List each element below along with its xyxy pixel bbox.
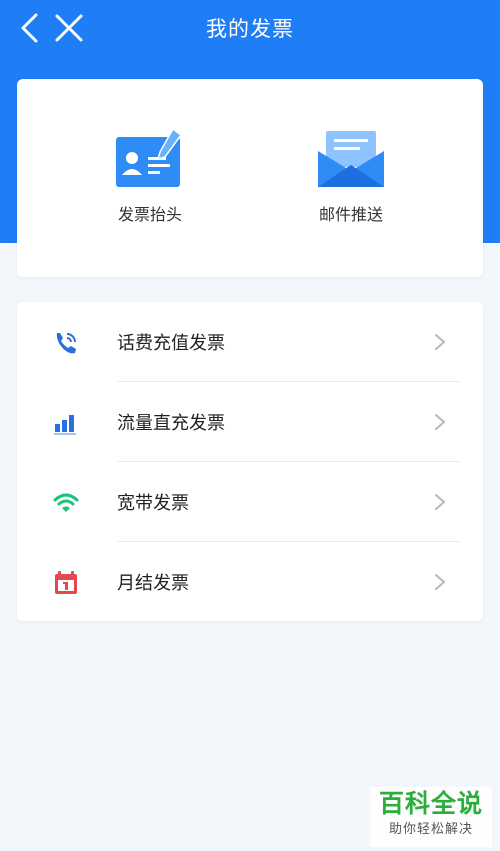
chevron-right-icon [435, 334, 445, 350]
invoice-title-label: 发票抬头 [117, 205, 182, 224]
list-item-phone-recharge-invoice[interactable]: 话费充值发票 [17, 302, 483, 382]
data-recharge-invoice-label: 流量直充发票 [117, 413, 225, 434]
invoice-type-list: 话费充值发票 流量直充发票 宽带发票 月结发票 [17, 302, 483, 621]
chevron-right-icon [435, 574, 445, 590]
page-title: 我的发票 [206, 17, 294, 41]
id-card-pen-icon [116, 129, 183, 187]
top-bar: 我的发票 [0, 0, 500, 56]
quick-actions-card: 发票抬头 邮件推送 [17, 79, 483, 277]
email-push-label: 邮件推送 [318, 205, 383, 224]
wifi-icon [53, 493, 79, 512]
chevron-right-icon [435, 494, 445, 510]
watermark: 百科全说 助你轻松解决 [370, 787, 492, 847]
signal-bars-icon [54, 415, 76, 435]
broadband-invoice-label: 宽带发票 [117, 493, 189, 514]
chevron-right-icon [435, 414, 445, 430]
list-item-broadband-invoice[interactable]: 宽带发票 [17, 462, 483, 542]
list-item-monthly-invoice[interactable]: 月结发票 [17, 542, 483, 622]
invoice-title-button[interactable]: 发票抬头 [80, 129, 220, 239]
phone-recharge-invoice-label: 话费充值发票 [117, 333, 225, 354]
monthly-invoice-label: 月结发票 [117, 573, 189, 594]
email-push-button[interactable]: 邮件推送 [281, 129, 421, 239]
phone-icon [56, 333, 76, 354]
watermark-title: 百科全说 [378, 789, 483, 818]
open-envelope-icon [318, 131, 384, 187]
list-item-data-recharge-invoice[interactable]: 流量直充发票 [17, 382, 483, 462]
calendar-icon [55, 571, 77, 594]
watermark-subtitle: 助你轻松解决 [388, 822, 473, 837]
